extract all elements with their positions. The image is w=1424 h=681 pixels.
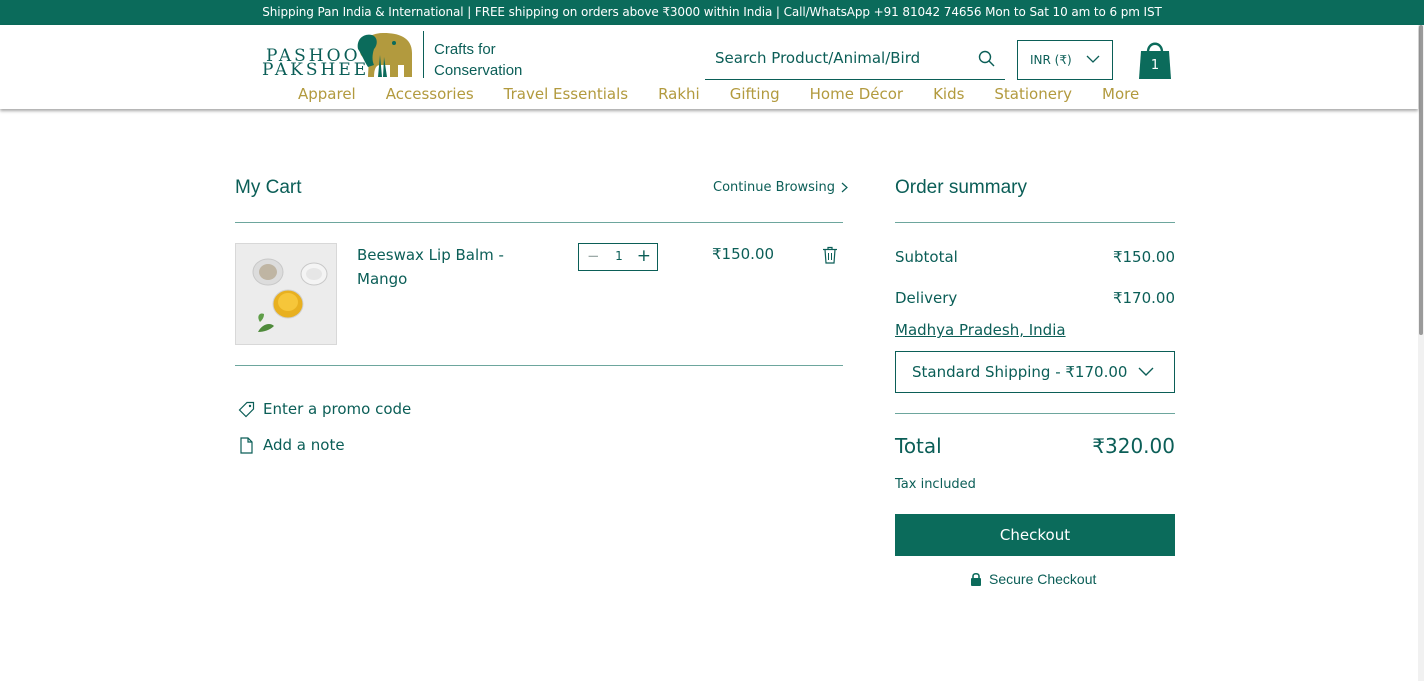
- announcement-bar: Shipping Pan India & International | FRE…: [0, 0, 1424, 25]
- chevron-right-icon: [841, 182, 848, 193]
- cart-title: My Cart: [235, 177, 302, 198]
- announcement-text: Shipping Pan India & International | FRE…: [262, 5, 1162, 19]
- product-name[interactable]: Beeswax Lip Balm - Mango: [357, 243, 537, 291]
- nav-item-gifting[interactable]: Gifting: [715, 85, 795, 103]
- search-input[interactable]: Search Product/Animal/Bird: [705, 39, 1005, 80]
- cart-button[interactable]: 1: [1138, 38, 1174, 82]
- tax-note: Tax included: [895, 477, 976, 492]
- main-nav: Apparel Accessories Travel Essentials Ra…: [283, 85, 1154, 103]
- summary-total-divider: [895, 413, 1175, 414]
- logo-tagline-line2: Conservation: [434, 62, 523, 79]
- lock-icon: [971, 572, 981, 586]
- delivery-label: Delivery: [895, 289, 958, 307]
- product-image[interactable]: [235, 243, 337, 345]
- continue-browsing-link[interactable]: Continue Browsing: [713, 180, 848, 195]
- page-scrollbar-thumb[interactable]: [1419, 25, 1423, 335]
- nav-item-more[interactable]: More: [1087, 85, 1154, 103]
- secure-checkout-label: Secure Checkout: [989, 571, 1097, 587]
- currency-select[interactable]: INR (₹): [1017, 40, 1113, 80]
- shipping-method-value: Standard Shipping - ₹170.00: [912, 363, 1128, 381]
- quantity-stepper[interactable]: − 1 +: [578, 243, 658, 271]
- nav-item-apparel[interactable]: Apparel: [283, 85, 371, 103]
- cart-top-divider: [235, 222, 843, 223]
- product-price: ₹150.00: [712, 245, 775, 263]
- cart-bottom-divider: [235, 365, 843, 366]
- total-value: ₹320.00: [1092, 434, 1175, 458]
- checkout-button[interactable]: Checkout: [895, 514, 1175, 556]
- chevron-down-icon: [1138, 367, 1154, 376]
- logo-tagline-line1: Crafts for: [434, 41, 496, 58]
- nav-item-travel-essentials[interactable]: Travel Essentials: [489, 85, 643, 103]
- subtotal-value: ₹150.00: [1112, 248, 1175, 266]
- chevron-down-icon: [1086, 55, 1100, 63]
- nav-item-stationery[interactable]: Stationery: [979, 85, 1087, 103]
- total-row: Total ₹320.00: [895, 434, 1175, 458]
- add-note-link[interactable]: Add a note: [240, 436, 345, 454]
- trash-icon[interactable]: [822, 246, 838, 264]
- subtotal-row: Subtotal ₹150.00: [895, 248, 1175, 266]
- search-placeholder: Search Product/Animal/Bird: [715, 49, 921, 67]
- delivery-location-link[interactable]: Madhya Pradesh, India: [895, 321, 1066, 339]
- add-note-label: Add a note: [263, 436, 345, 454]
- search-icon[interactable]: [978, 50, 995, 67]
- order-summary-title: Order summary: [895, 177, 1027, 198]
- nav-item-kids[interactable]: Kids: [918, 85, 979, 103]
- subtotal-label: Subtotal: [895, 248, 958, 266]
- elephant-logo-icon: [357, 33, 412, 77]
- site-header: PASHOO PAKSHEE Crafts for Conservation S…: [0, 25, 1418, 109]
- quantity-increase-button[interactable]: +: [637, 246, 651, 266]
- currency-value: INR (₹): [1030, 53, 1072, 67]
- lip-balm-photo: [236, 244, 336, 344]
- total-label: Total: [895, 434, 942, 458]
- note-icon: [240, 436, 253, 454]
- logo-tagline: Crafts for Conservation: [434, 39, 522, 81]
- continue-browsing-label: Continue Browsing: [713, 180, 836, 195]
- site-logo[interactable]: PASHOO PAKSHEE Crafts for Conservation: [262, 31, 532, 81]
- secure-checkout-notice: Secure Checkout: [970, 571, 1096, 587]
- summary-top-divider: [895, 222, 1175, 223]
- delivery-row: Delivery ₹170.00: [895, 289, 1175, 307]
- nav-item-rakhi[interactable]: Rakhi: [643, 85, 715, 103]
- delivery-value: ₹170.00: [1112, 289, 1175, 307]
- nav-item-accessories[interactable]: Accessories: [371, 85, 489, 103]
- promo-code-label: Enter a promo code: [263, 400, 412, 418]
- tag-icon: [238, 401, 255, 417]
- shipping-method-select[interactable]: Standard Shipping - ₹170.00: [895, 351, 1175, 393]
- nav-item-home-decor[interactable]: Home Décor: [795, 85, 918, 103]
- cart-count-badge: 1: [1150, 58, 1160, 73]
- promo-code-link[interactable]: Enter a promo code: [238, 400, 411, 418]
- logo-divider: [423, 31, 424, 78]
